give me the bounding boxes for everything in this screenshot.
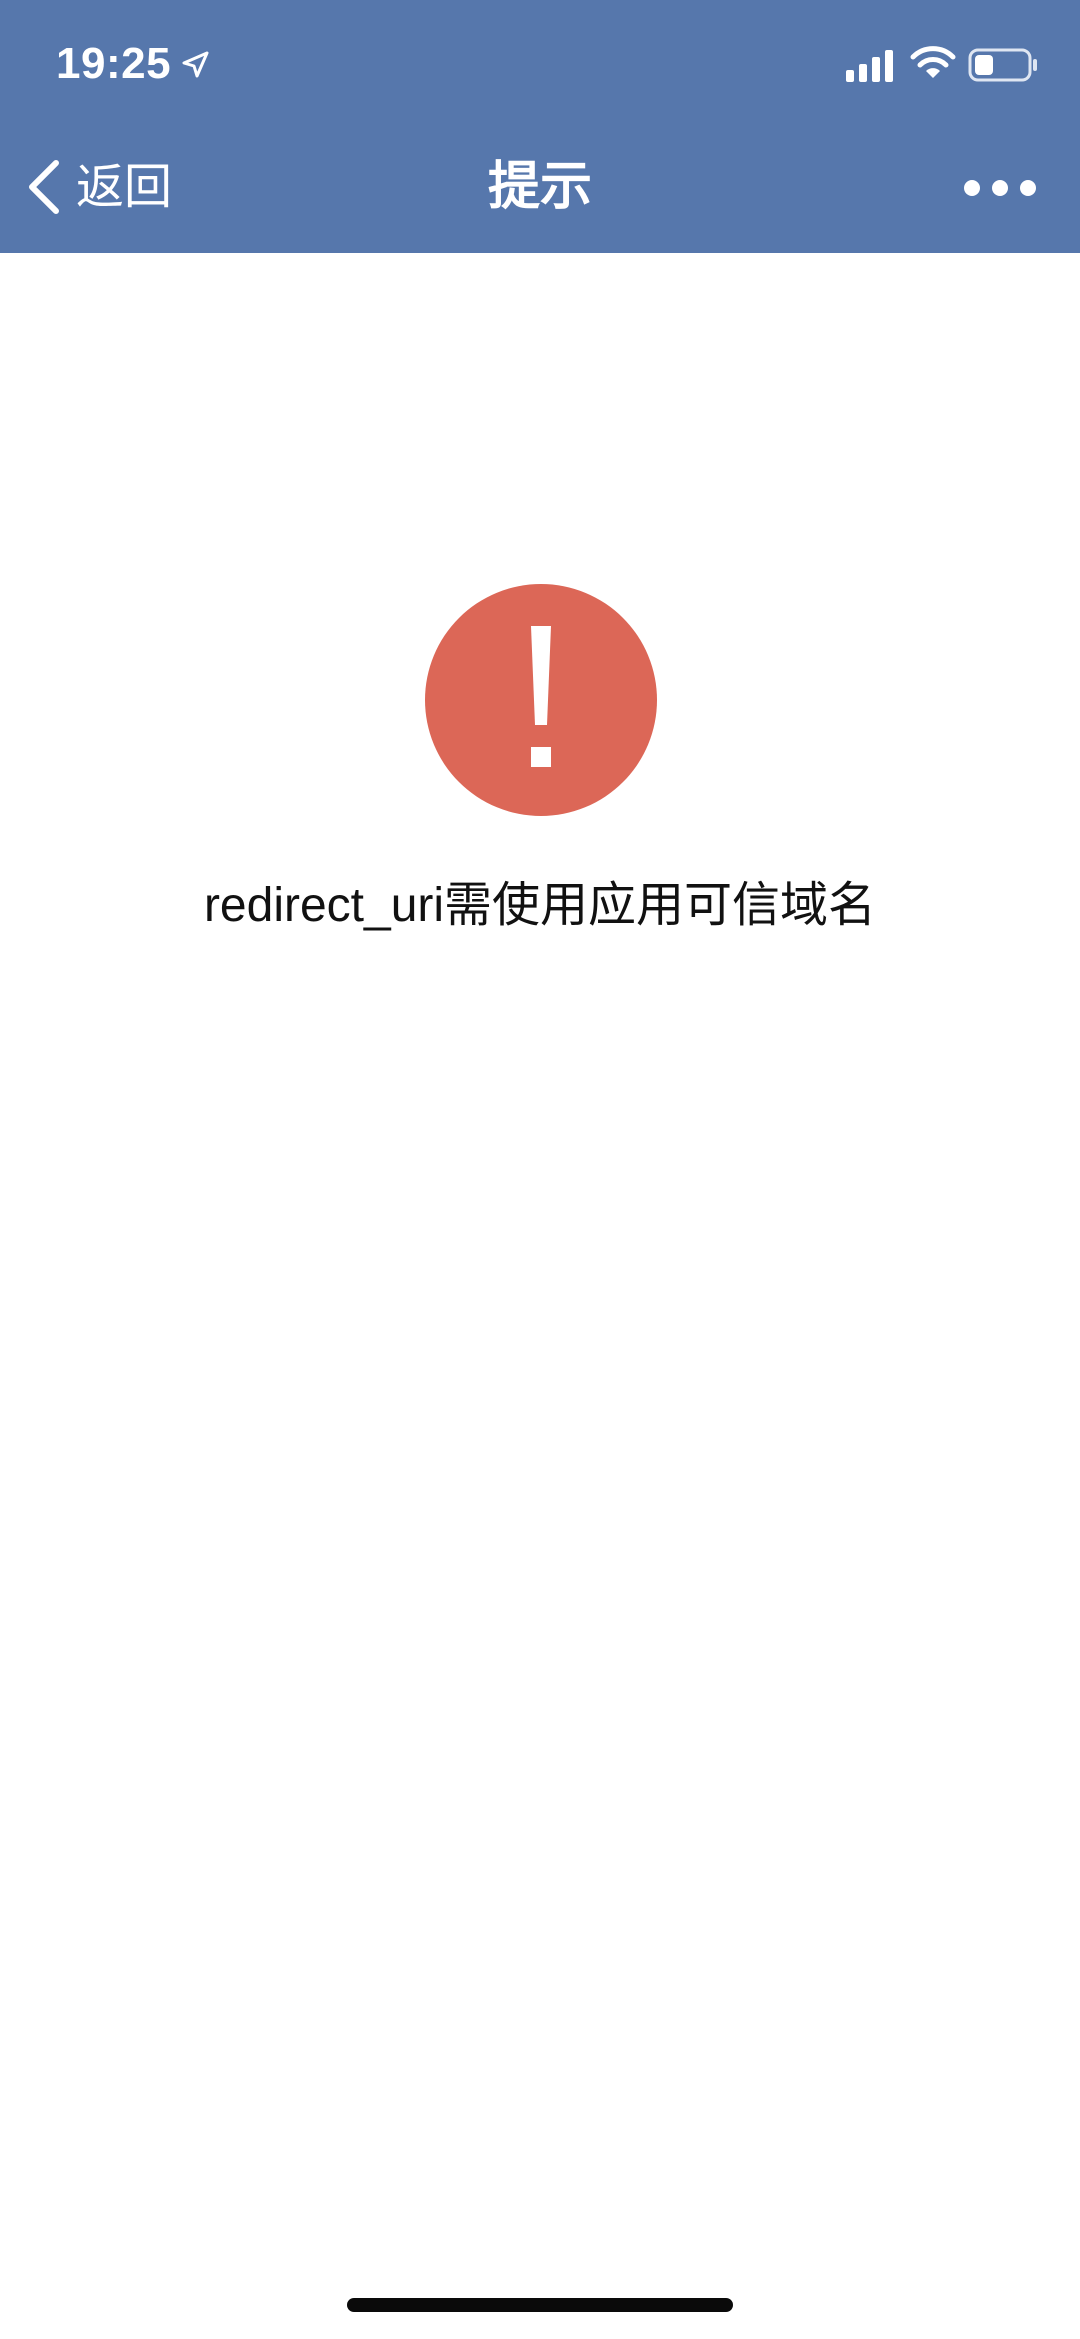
wifi-icon (910, 46, 956, 78)
status-time: 19:25 (56, 39, 172, 88)
screen: 19:25 返回 提示 redirect_uri需使用应用可信域名 (0, 0, 1080, 2339)
battery-icon (968, 48, 1037, 82)
more-dots-icon[interactable] (960, 168, 1040, 208)
chevron-left-icon (29, 160, 59, 214)
back-label: 返回 (76, 159, 173, 215)
location-arrow-icon (182, 51, 209, 78)
top-bar: 19:25 返回 提示 (0, 0, 1080, 253)
back-button[interactable]: 返回 (26, 152, 172, 222)
exclamation-icon (531, 626, 551, 767)
main-content: redirect_uri需使用应用可信域名 (0, 253, 1080, 2339)
alert-badge (425, 584, 657, 816)
error-message: redirect_uri需使用应用可信域名 (203, 879, 877, 932)
home-indicator[interactable] (347, 2298, 733, 2312)
signal-icon (846, 50, 893, 82)
